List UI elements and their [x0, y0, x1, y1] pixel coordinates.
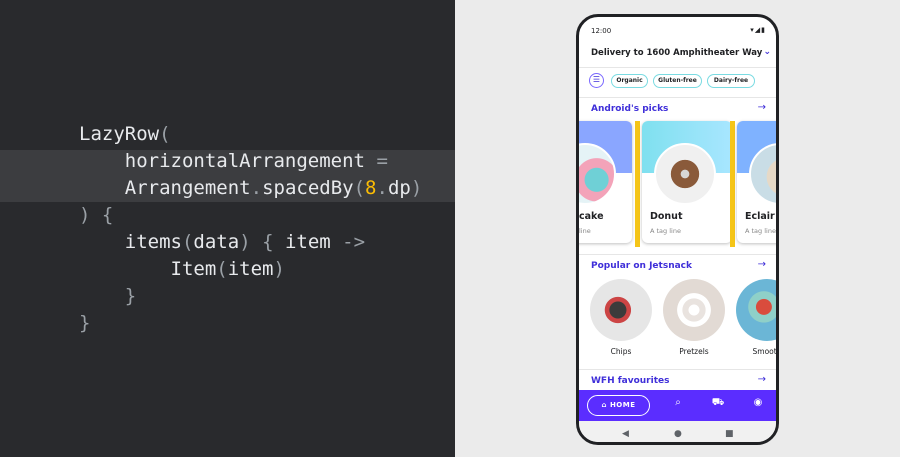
pick-name: Eclair: [745, 211, 775, 222]
arrow-right-icon[interactable]: →: [758, 259, 766, 270]
code-line-4: ) {: [79, 202, 113, 229]
spacing-indicator: [730, 121, 735, 247]
code-token: ): [410, 177, 423, 199]
popular-item-label: Pretzels: [679, 347, 709, 356]
code-token: ): [239, 231, 251, 253]
code-token: =: [376, 150, 388, 172]
pick-tag: A tag line: [650, 227, 681, 235]
code-token: }: [124, 285, 137, 307]
code-token: LazyRow: [79, 123, 160, 145]
code-token: (: [216, 258, 228, 280]
code-token: .: [376, 177, 388, 199]
pretzels-image: [663, 279, 725, 341]
code-token: data: [193, 231, 240, 253]
arrow-right-icon[interactable]: →: [758, 374, 766, 385]
filter-chip-dairy-free[interactable]: Dairy-free: [707, 74, 755, 88]
pick-card-eclair[interactable]: Eclair A tag line: [737, 121, 776, 243]
pick-tag: line: [579, 227, 591, 235]
smoothie-image: [736, 279, 776, 341]
home-circle-icon[interactable]: ●: [674, 429, 682, 439]
code-token: ): [273, 258, 285, 280]
filter-chip-organic[interactable]: Organic: [611, 74, 648, 88]
code-token: Item: [170, 258, 217, 280]
recents-icon[interactable]: ■: [725, 429, 734, 439]
code-token: horizontalArrangement: [124, 150, 377, 172]
code-token: ) {: [79, 204, 114, 226]
phone-panel: 12:00 ▾◢▮ Delivery to 1600 Amphitheater …: [455, 0, 900, 457]
home-icon: ⌂: [601, 401, 607, 409]
chips-image: [590, 279, 652, 341]
status-time: 12:00: [591, 27, 612, 35]
popular-item-label: Chips: [610, 347, 632, 356]
divider: [579, 254, 776, 255]
pick-card-donut[interactable]: Donut A tag line: [642, 121, 732, 243]
section-title-wfh: WFH favourites: [591, 376, 670, 386]
popular-item-label: Smooth: [752, 347, 779, 356]
code-token: {: [250, 231, 285, 253]
code-token: items: [124, 231, 182, 253]
code-panel: LazyRow( horizontalArrangement = Arrange…: [0, 0, 455, 457]
popular-row: Chips Pretzels Smooth: [579, 279, 779, 359]
code-line-7: }: [79, 283, 136, 310]
code-line-2: horizontalArrangement =: [79, 148, 388, 175]
divider: [579, 369, 776, 370]
nav-home-label: HOME: [609, 401, 636, 409]
code-token: ->: [342, 231, 366, 253]
pick-tag: A tag line: [745, 227, 776, 235]
delivery-text: Delivery to 1600 Amphitheater Way: [591, 48, 763, 58]
code-token: (: [181, 231, 194, 253]
code-token: dp: [387, 177, 411, 199]
code-token: item: [227, 258, 274, 280]
pick-card-cake[interactable]: cake line: [579, 121, 632, 243]
divider: [579, 97, 776, 98]
code-token: spacedBy: [262, 177, 354, 199]
code-number: 8: [365, 177, 377, 199]
spacing-indicator: [635, 121, 640, 247]
code-token: Arrangement: [124, 177, 251, 199]
back-icon[interactable]: ◀: [622, 429, 629, 439]
pick-name: Donut: [650, 211, 683, 222]
code-token: (: [353, 177, 366, 199]
code-line-1: LazyRow(: [79, 121, 171, 148]
phone-frame: 12:00 ▾◢▮ Delivery to 1600 Amphitheater …: [576, 14, 779, 445]
status-icons: ▾◢▮: [750, 26, 766, 34]
androids-picks-row: cake line Donut A tag line Eclair A tag …: [579, 121, 776, 251]
code-token: }: [79, 312, 91, 334]
search-icon[interactable]: ⌕: [671, 397, 685, 408]
code-token: (: [159, 123, 171, 145]
arrow-right-icon[interactable]: →: [758, 102, 766, 113]
filter-chip-gluten-free[interactable]: Gluten-free: [653, 74, 702, 88]
section-title-androids-picks: Android's picks: [591, 104, 669, 114]
pick-name: cake: [579, 211, 604, 222]
code-line-6: Item(item): [79, 256, 285, 283]
code-line-5: items(data) { item ->: [79, 229, 365, 256]
cart-icon[interactable]: ⛟: [711, 397, 725, 410]
code-line-8: }: [79, 310, 90, 337]
code-token: item: [284, 231, 343, 253]
divider: [579, 67, 776, 68]
status-bar: 12:00 ▾◢▮: [579, 17, 776, 43]
delivery-address-bar[interactable]: Delivery to 1600 Amphitheater Way ⌄: [591, 47, 771, 62]
bottom-navigation: ⌂ HOME ⌕ ⛟ ◉: [579, 390, 776, 421]
section-title-popular: Popular on Jetsnack: [591, 261, 692, 271]
filter-bar: ☰ Organic Gluten-free Dairy-free: [589, 73, 776, 89]
code-token: .: [250, 177, 263, 199]
system-navigation-bar: ◀ ● ■: [579, 421, 776, 442]
nav-home-button[interactable]: ⌂ HOME: [587, 395, 650, 416]
code-line-3: Arrangement.spacedBy(8.dp): [79, 175, 423, 202]
donut-image: [654, 143, 716, 205]
filter-icon[interactable]: ☰: [589, 73, 604, 88]
profile-icon[interactable]: ◉: [751, 397, 765, 408]
chevron-down-icon[interactable]: ⌄: [763, 47, 771, 57]
